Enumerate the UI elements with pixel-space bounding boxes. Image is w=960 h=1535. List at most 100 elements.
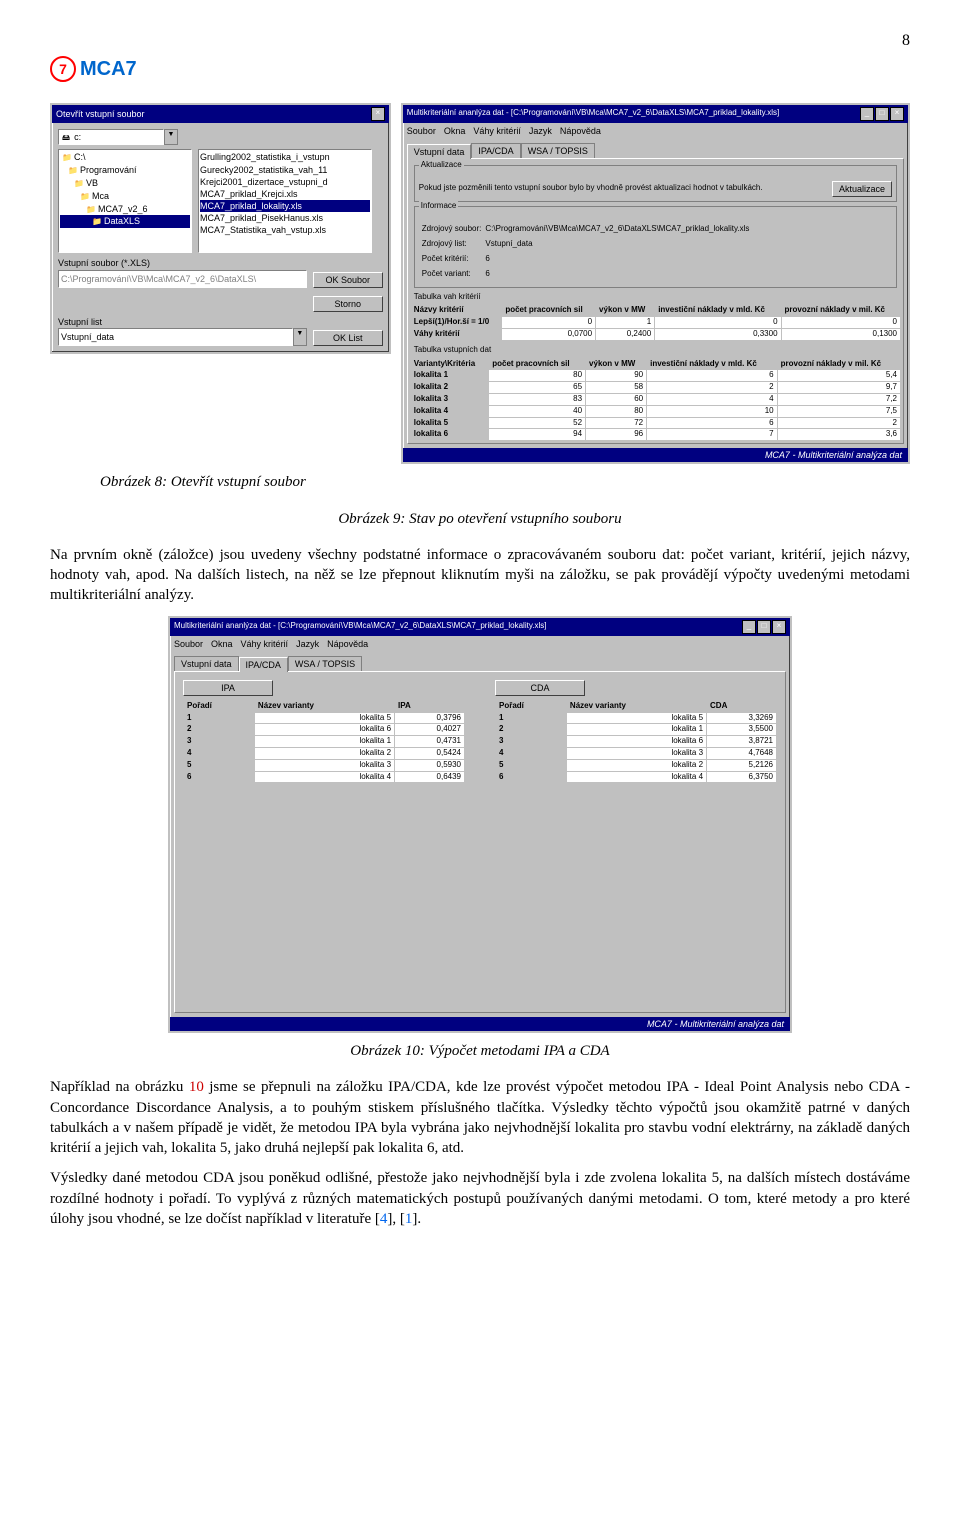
minimize-icon[interactable]: _ (742, 620, 756, 634)
list-item[interactable]: Gurecky2002_statistika_vah_11 (200, 164, 370, 176)
menu-item[interactable]: Jazyk (529, 125, 552, 137)
table-row: 3lokalita 63,8721 (496, 736, 777, 748)
list-item[interactable]: MCA7_priklad_lokality.xls (200, 200, 370, 212)
drive-field[interactable]: c: (74, 131, 81, 143)
tab-wsa-topsis[interactable]: WSA / TOPSIS (521, 143, 595, 158)
menu-item[interactable]: Soubor (407, 125, 436, 137)
group-label: Aktualizace (419, 160, 464, 171)
menu-item[interactable]: Nápověda (560, 125, 601, 137)
cda-table: Pořadí Název varianty CDA 1lokalita 53,3… (495, 700, 777, 784)
list-item[interactable]: MCA7_Statistika_vah_vstup.xls (200, 224, 370, 236)
chevron-down-icon[interactable]: ▼ (164, 129, 178, 146)
file-list[interactable]: Grulling2002_statistika_i_vstupn Gurecky… (198, 149, 372, 253)
ipa-table: Pořadí Název varianty IPA 1lokalita 50,3… (183, 700, 465, 784)
table-row: 6lokalita 46,3750 (496, 771, 777, 783)
table-row: lokalita 3836047,2 (410, 394, 900, 406)
menu-item[interactable]: Soubor (174, 638, 203, 650)
col-header: provozní náklady v mil. Kč (777, 358, 900, 370)
col-header: výkon v MW (596, 305, 655, 317)
group-label: Informace (419, 201, 459, 212)
tree-item[interactable]: C:\ (60, 151, 190, 164)
menubar: Soubor Okna Váhy kritérií Jazyk Nápověda (170, 636, 790, 652)
logo-text: MCA7 (80, 56, 137, 83)
tabs: Vstupní data IPA/CDA WSA / TOPSIS (170, 652, 790, 671)
col-header: provozní náklady v mil. Kč (781, 305, 900, 317)
group-informace: Informace Zdrojový soubor:C:\Programován… (414, 206, 897, 288)
col-header: CDA (707, 700, 777, 712)
body-text: Například na obrázku 10 jsme se přepnuli… (50, 1077, 910, 1158)
chevron-down-icon[interactable]: ▼ (293, 328, 307, 346)
list-item[interactable]: Krejci2001_dizertace_vstupni_d (200, 176, 370, 188)
status-bar: MCA7 - Multikriteriální analýza dat (170, 1017, 790, 1031)
logo: 7 MCA7 (50, 56, 910, 83)
col-header: Názvy kritérií (410, 305, 502, 317)
input-label: Vstupní list (58, 316, 307, 328)
menu-item[interactable]: Nápověda (327, 638, 368, 650)
main-window: Multikriteriální ananlýza dat - [C:\Prog… (401, 103, 910, 465)
storno-button[interactable]: Storno (313, 296, 383, 312)
maximize-icon[interactable]: □ (875, 107, 889, 121)
tab-wsa-topsis[interactable]: WSA / TOPSIS (288, 656, 362, 671)
maximize-icon[interactable]: □ (757, 620, 771, 634)
close-icon[interactable]: × (772, 620, 786, 634)
col-header: výkon v MW (586, 358, 647, 370)
list-item[interactable]: MCA7_priklad_Krejci.xls (200, 188, 370, 200)
ok-list-button[interactable]: OK List (313, 330, 383, 346)
calc-window: Multikriteriální ananlýza dat - [C:\Prog… (168, 616, 792, 1033)
table-row: lokalita 1809065,4 (410, 370, 900, 382)
folder-tree[interactable]: C:\ Programování VB Mca MCA7_v2_6 DataXL… (58, 149, 192, 253)
menu-item[interactable]: Váhy kritérií (473, 125, 521, 137)
path-field[interactable]: C:\Programování\VB\Mca\MCA7_v2_6\DataXLS… (58, 270, 307, 288)
figure-caption: Obrázek 8: Otevřít vstupní soubor (100, 472, 910, 492)
table-row: 6lokalita 40,6439 (184, 771, 465, 783)
col-header: Varianty\Kritéria (410, 358, 488, 370)
table-row: lokalita 44080107,5 (410, 405, 900, 417)
aktualizace-button[interactable]: Aktualizace (832, 181, 892, 197)
list-item[interactable]: Grulling2002_statistika_i_vstupn (200, 151, 370, 163)
tab-ipa-cda[interactable]: IPA/CDA (471, 143, 520, 158)
tree-item[interactable]: MCA7_v2_6 (60, 203, 190, 216)
dialog-title: Otevřít vstupní soubor (56, 108, 145, 120)
info-val: 6 (484, 253, 750, 266)
col-header: počet pracovních sil (502, 305, 596, 317)
menu-item[interactable]: Okna (211, 638, 233, 650)
status-bar: MCA7 - Multikriteriální analýza dat (403, 448, 908, 462)
tree-item[interactable]: Programování (60, 164, 190, 177)
table-row: 1lokalita 53,3269 (496, 712, 777, 724)
tree-item[interactable]: Mca (60, 190, 190, 203)
info-key: Zdrojový soubor: (421, 223, 483, 236)
ipa-button[interactable]: IPA (183, 680, 273, 696)
close-icon[interactable]: × (371, 107, 385, 121)
table-row: Lepší(1)/Hor.ší = 1/0 0 1 0 0 (410, 317, 900, 329)
tree-item[interactable]: DataXLS (60, 215, 190, 228)
window-title: Multikriteriální ananlýza dat - [C:\Prog… (174, 621, 546, 632)
col-header: investiční náklady v mld. Kč (647, 358, 777, 370)
menu-item[interactable]: Okna (444, 125, 466, 137)
menu-item[interactable]: Jazyk (296, 638, 319, 650)
table-row: lokalita 5527262 (410, 417, 900, 429)
menubar: Soubor Okna Váhy kritérií Jazyk Nápověda (403, 123, 908, 139)
minimize-icon[interactable]: _ (860, 107, 874, 121)
menu-item[interactable]: Váhy kritérií (241, 638, 289, 650)
body-text: Na prvním okně (záložce) jsou uvedeny vš… (50, 545, 910, 606)
body-text: Výsledky dané metodou CDA jsou poněkud o… (50, 1168, 910, 1229)
input-label: Vstupní soubor (*.XLS) (58, 257, 307, 269)
col-header: investiční náklady v mld. Kč (655, 305, 781, 317)
info-key: Zdrojový list: (421, 238, 483, 251)
ok-soubor-button[interactable]: OK Soubor (313, 272, 383, 288)
tab-ipa-cda[interactable]: IPA/CDA (239, 657, 288, 672)
data-table: Varianty\Kritéria počet pracovních sil v… (410, 358, 901, 442)
close-icon[interactable]: × (890, 107, 904, 121)
table-row: 4lokalita 34,7648 (496, 748, 777, 760)
table-row: 5lokalita 30,5930 (184, 759, 465, 771)
figure-caption: Obrázek 9: Stav po otevření vstupního so… (50, 509, 910, 529)
list-item[interactable]: MCA7_priklad_PisekHanus.xls (200, 212, 370, 224)
tab-vstupni-data[interactable]: Vstupní data (407, 144, 472, 159)
group-aktualizace: Aktualizace Pokud jste pozměnili tento v… (414, 165, 897, 202)
tab-vstupni-data[interactable]: Vstupní data (174, 656, 239, 671)
cda-button[interactable]: CDA (495, 680, 585, 696)
tree-item[interactable]: VB (60, 177, 190, 190)
col-header: Název varianty (254, 700, 394, 712)
table-row: lokalita 6949673,6 (410, 429, 900, 441)
sheet-field[interactable]: Vstupní_data (58, 328, 293, 346)
